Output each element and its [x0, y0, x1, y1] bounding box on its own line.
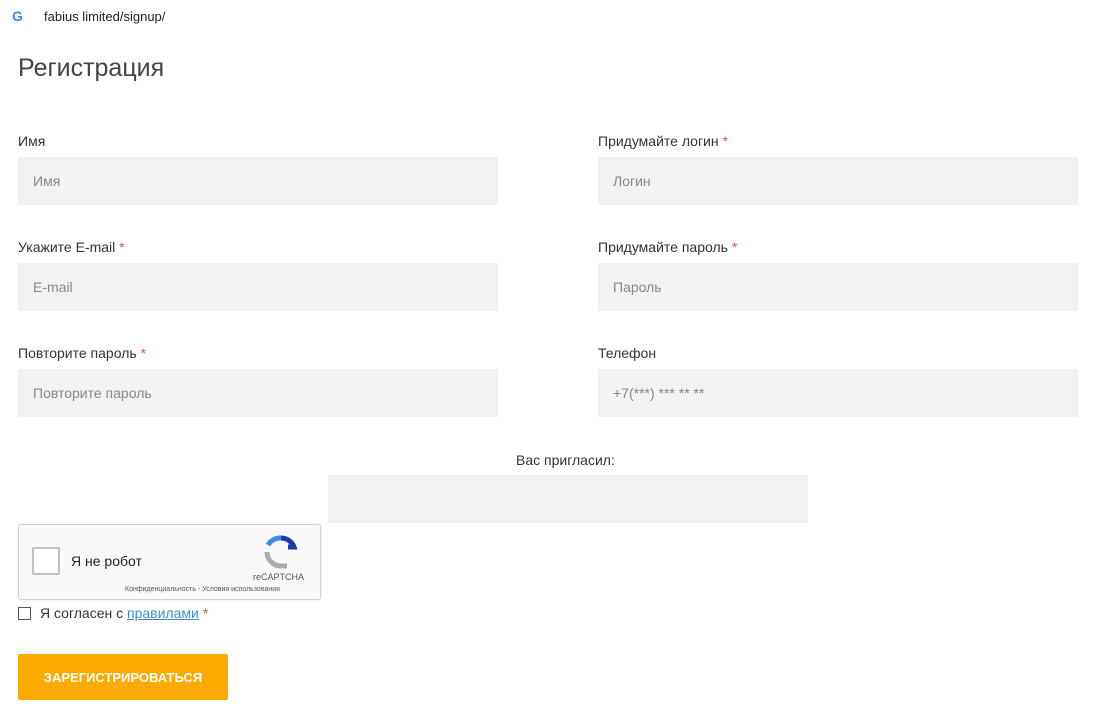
login-label: Придумайте логин *: [598, 133, 728, 149]
phone-label-text: Телефон: [598, 345, 657, 361]
recaptcha-label: Я не робот: [71, 553, 142, 569]
password-repeat-label-text: Повторите пароль: [18, 345, 137, 361]
referrer-input[interactable]: [328, 475, 808, 523]
email-input[interactable]: [18, 263, 498, 311]
password-label: Придумайте пароль *: [598, 239, 737, 255]
agree-text: Я согласен с: [40, 605, 127, 621]
required-mark: *: [731, 239, 738, 255]
google-icon: G: [12, 8, 23, 24]
required-mark: *: [722, 133, 728, 149]
recaptcha-logo-icon: [264, 535, 298, 569]
referrer-label: Вас пригласил:: [516, 452, 615, 468]
referrer-label-text: Вас пригласил:: [516, 452, 615, 468]
recaptcha-widget: Я не робот reCAPTCHA Конфиденциальность …: [18, 524, 321, 600]
email-label-text: Укажите E-mail: [18, 239, 116, 255]
required-mark: *: [140, 345, 146, 361]
password-label-text: Придумайте пароль: [598, 239, 728, 255]
name-input[interactable]: [18, 157, 498, 205]
agree-checkbox[interactable]: [18, 606, 31, 620]
register-button[interactable]: ЗАРЕГИСТРИРОВАТЬСЯ: [18, 654, 228, 700]
recaptcha-links[interactable]: Конфиденциальность - Условия использован…: [125, 586, 280, 593]
phone-label: Телефон: [598, 345, 656, 361]
rules-link[interactable]: правилами: [127, 605, 199, 621]
login-input[interactable]: [598, 157, 1078, 205]
phone-input[interactable]: [598, 369, 1078, 417]
page-title: Регистрация: [18, 54, 165, 82]
email-label: Укажите E-mail *: [18, 239, 125, 255]
name-label-text: Имя: [18, 133, 46, 149]
recaptcha-checkbox[interactable]: [32, 547, 60, 575]
required-mark: *: [202, 605, 209, 621]
login-label-text: Придумайте логин: [598, 133, 719, 149]
password-input[interactable]: [598, 263, 1078, 311]
password-repeat-label: Повторите пароль *: [18, 345, 146, 361]
name-label: Имя: [18, 133, 45, 149]
password-repeat-input[interactable]: [18, 369, 498, 417]
agree-row: Я согласен с правилами *: [18, 605, 208, 621]
url-text: fabius limited/signup/: [44, 9, 166, 24]
required-mark: *: [119, 239, 125, 255]
recaptcha-brand: reCAPTCHA: [253, 572, 305, 582]
